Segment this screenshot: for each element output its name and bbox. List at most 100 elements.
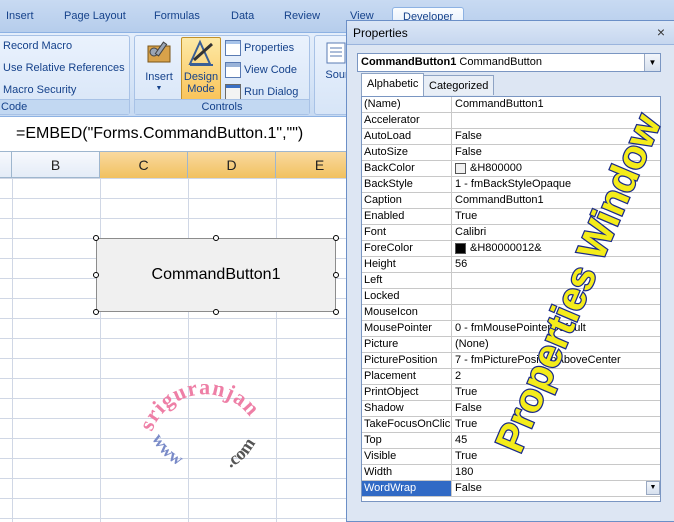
tab-review[interactable]: Review xyxy=(284,10,320,22)
property-value-cell[interactable]: 180 xyxy=(453,465,660,480)
property-row[interactable]: Picture (None) xyxy=(362,337,660,353)
formula-text[interactable]: =EMBED("Forms.CommandButton.1","") xyxy=(16,125,303,143)
resize-handle-b[interactable] xyxy=(213,309,219,315)
resize-handle-br[interactable] xyxy=(333,309,339,315)
property-value-cell[interactable]: Calibri xyxy=(453,225,660,240)
column-header-c[interactable]: C xyxy=(100,152,188,178)
command-button[interactable]: CommandButton1 xyxy=(96,238,336,312)
property-value-cell[interactable] xyxy=(453,305,660,320)
property-row[interactable]: (Name) CommandButton1 xyxy=(362,97,660,113)
property-row[interactable]: MouseIcon xyxy=(362,305,660,321)
property-row[interactable]: Left xyxy=(362,273,660,289)
property-value-cell[interactable]: (None) xyxy=(453,337,660,352)
property-value-cell[interactable]: 1 - fmBackStyleOpaque xyxy=(453,177,660,192)
property-value-cell[interactable]: CommandButton1 xyxy=(453,193,660,208)
property-value-cell[interactable] xyxy=(453,113,660,128)
tab-data[interactable]: Data xyxy=(231,10,254,22)
tab-page-layout[interactable]: Page Layout xyxy=(64,10,126,22)
property-name[interactable]: Left xyxy=(362,273,452,288)
close-icon[interactable]: × xyxy=(654,25,668,39)
property-name[interactable]: Enabled xyxy=(362,209,452,224)
macro-security-button[interactable]: Macro Security xyxy=(3,84,76,96)
resize-handle-tl[interactable] xyxy=(93,235,99,241)
property-name[interactable]: MousePointer xyxy=(362,321,452,336)
property-value-cell[interactable]: 7 - fmPicturePositionAboveCenter xyxy=(453,353,660,368)
insert-control-button[interactable]: Insert ▼ xyxy=(139,38,179,100)
tab-formulas[interactable]: Formulas xyxy=(154,10,200,22)
property-value-cell[interactable]: True xyxy=(453,417,660,432)
property-value-cell[interactable]: &H800000 xyxy=(453,161,660,176)
property-value-cell[interactable]: False xyxy=(453,145,660,160)
tab-categorized[interactable]: Categorized xyxy=(423,75,495,95)
property-value-cell[interactable]: &H80000012& xyxy=(453,241,660,256)
properties-title-bar[interactable]: Properties × xyxy=(347,21,674,45)
property-row[interactable]: Shadow False xyxy=(362,401,660,417)
property-name[interactable]: Placement xyxy=(362,369,452,384)
property-name[interactable]: Width xyxy=(362,465,452,480)
property-name[interactable]: BackColor xyxy=(362,161,452,176)
property-row[interactable]: MousePointer 0 - fmMousePointerDefault xyxy=(362,321,660,337)
column-header-b[interactable]: B xyxy=(12,152,100,178)
property-value-cell[interactable]: 45 xyxy=(453,433,660,448)
property-value-cell[interactable]: 2 xyxy=(453,369,660,384)
property-value-cell[interactable]: True xyxy=(453,449,660,464)
property-name[interactable]: BackStyle xyxy=(362,177,452,192)
resize-handle-l[interactable] xyxy=(93,272,99,278)
record-macro-button[interactable]: Record Macro xyxy=(3,40,72,52)
property-value-cell[interactable]: False xyxy=(453,401,660,416)
relative-references-button[interactable]: Use Relative References xyxy=(3,62,125,74)
property-name[interactable]: Visible xyxy=(362,449,452,464)
property-name[interactable]: AutoSize xyxy=(362,145,452,160)
property-row[interactable]: BackColor &H800000 xyxy=(362,161,660,177)
property-name[interactable]: Accelerator xyxy=(362,113,452,128)
property-value-cell[interactable]: 56 xyxy=(453,257,660,272)
property-name[interactable]: (Name) xyxy=(362,97,452,112)
design-mode-button[interactable]: Design Mode xyxy=(181,37,221,101)
select-all-corner[interactable] xyxy=(0,152,12,178)
property-row[interactable]: Enabled True xyxy=(362,209,660,225)
property-name[interactable]: MouseIcon xyxy=(362,305,452,320)
property-name[interactable]: Picture xyxy=(362,337,452,352)
property-name[interactable]: Locked xyxy=(362,289,452,304)
property-row[interactable]: Caption CommandButton1 xyxy=(362,193,660,209)
property-row[interactable]: ForeColor &H80000012& xyxy=(362,241,660,257)
property-name[interactable]: Font xyxy=(362,225,452,240)
chevron-down-icon[interactable]: ▼ xyxy=(644,54,660,71)
property-row[interactable]: PicturePosition 7 - fmPicturePositionAbov… xyxy=(362,353,660,369)
property-row[interactable]: Height 56 xyxy=(362,257,660,273)
resize-handle-t[interactable] xyxy=(213,235,219,241)
property-name[interactable]: Height xyxy=(362,257,452,272)
object-selector[interactable]: CommandButton1 CommandButton ▼ xyxy=(357,53,661,72)
property-value-cell[interactable] xyxy=(453,289,660,304)
property-value-cell[interactable]: False xyxy=(453,129,660,144)
property-row[interactable]: Width 180 xyxy=(362,465,660,481)
property-value-cell[interactable]: True xyxy=(453,209,660,224)
property-value-cell[interactable]: False ▼ xyxy=(453,481,660,496)
property-row[interactable]: Locked xyxy=(362,289,660,305)
property-row[interactable]: AutoLoad False xyxy=(362,129,660,145)
property-name[interactable]: Top xyxy=(362,433,452,448)
property-row[interactable]: AutoSize False xyxy=(362,145,660,161)
tab-alphabetic[interactable]: Alphabetic xyxy=(361,73,425,96)
property-name[interactable]: WordWrap xyxy=(362,481,452,496)
resize-handle-tr[interactable] xyxy=(333,235,339,241)
property-name[interactable]: AutoLoad xyxy=(362,129,452,144)
properties-button[interactable]: Properties xyxy=(225,40,294,56)
tab-insert[interactable]: Insert xyxy=(6,10,34,22)
property-row[interactable]: BackStyle 1 - fmBackStyleOpaque xyxy=(362,177,660,193)
property-value-cell[interactable]: 0 - fmMousePointerDefault xyxy=(453,321,660,336)
property-row[interactable]: PrintObject True xyxy=(362,385,660,401)
chevron-down-icon[interactable]: ▼ xyxy=(646,481,660,495)
property-value-cell[interactable]: True xyxy=(453,385,660,400)
property-row[interactable]: TakeFocusOnClick True xyxy=(362,417,660,433)
property-row[interactable]: Visible True xyxy=(362,449,660,465)
property-row[interactable]: Font Calibri xyxy=(362,225,660,241)
property-name[interactable]: TakeFocusOnClick xyxy=(362,417,452,432)
resize-handle-bl[interactable] xyxy=(93,309,99,315)
property-name[interactable]: PrintObject xyxy=(362,385,452,400)
property-row[interactable]: Placement 2 xyxy=(362,369,660,385)
column-header-d[interactable]: D xyxy=(188,152,276,178)
view-code-button[interactable]: View Code xyxy=(225,62,297,78)
property-row[interactable]: Top 45 xyxy=(362,433,660,449)
run-dialog-button[interactable]: Run Dialog xyxy=(225,84,298,100)
